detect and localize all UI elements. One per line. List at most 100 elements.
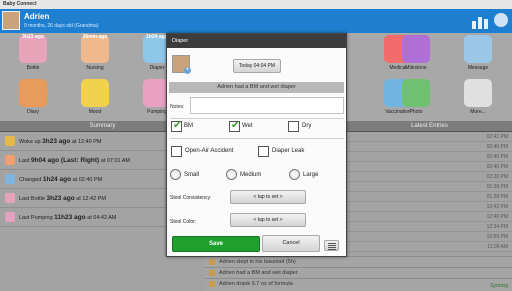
summary-icon <box>5 193 15 203</box>
size-small-radio[interactable] <box>170 169 181 180</box>
entry-time[interactable]: 01:28 PM <box>347 192 512 202</box>
entry-time[interactable]: 12:34 PM <box>347 222 512 232</box>
stool-color-label: Stool Color: <box>170 219 197 225</box>
notes-label: Notes: <box>170 104 185 110</box>
summary-time: at 12:40 PM <box>71 139 102 145</box>
entry-time[interactable]: 02:40 PM <box>347 162 512 172</box>
app-title-bar: Baby Connect <box>0 0 512 9</box>
size-large-radio[interactable] <box>289 169 300 180</box>
tile-last-time: 26min ago <box>82 34 108 40</box>
tile-message[interactable]: Message <box>458 35 498 71</box>
diaper-leak-checkbox[interactable] <box>258 146 269 157</box>
wet-label: Wet <box>242 123 253 129</box>
entry-time[interactable]: 02:40 PM <box>347 152 512 162</box>
diaper-dialog: Diaper + Today 04:04 PM Adrien had a BM … <box>166 33 347 257</box>
tile-photo[interactable]: Photo <box>396 79 436 115</box>
entry-time[interactable]: 02:20 PM <box>347 172 512 182</box>
summary-text: Changed 1h24 ago at 02:40 PM <box>19 176 102 183</box>
size-large-label: Large <box>303 172 319 178</box>
entry-text: Adrien had a BM and wet diaper <box>219 270 298 276</box>
entry-time[interactable]: 12:09 PM <box>347 232 512 242</box>
dialog-child-avatar[interactable]: + <box>172 55 191 74</box>
tile-nursing[interactable]: 26min ago Nursing <box>75 34 115 71</box>
summary-icon <box>5 212 15 222</box>
notes-input[interactable] <box>190 97 344 114</box>
add-icon: + <box>184 67 191 74</box>
entry-time[interactable]: 01:38 PM <box>347 182 512 192</box>
latest-entries-header: Latest Entries <box>347 121 512 132</box>
dry-label: Dry <box>302 123 312 129</box>
tile-label: Bottle <box>26 65 40 71</box>
entry-icon <box>209 270 215 276</box>
message-icon <box>464 35 492 63</box>
divider <box>170 138 344 139</box>
summary-elapsed: 11h23 ago <box>54 214 86 221</box>
syncing-status: Syncing <box>490 283 508 289</box>
entry-time[interactable]: 11:09 AM <box>347 242 512 252</box>
summary-lead: Changed <box>19 177 42 183</box>
size-medium-label: Medium <box>240 172 262 178</box>
tile-label: Milestone <box>405 65 427 71</box>
tile-label: Mood <box>88 109 102 115</box>
tile-label: Photo <box>409 109 423 115</box>
summary-lead: Last Pumping <box>19 215 53 221</box>
summary-text: Last Bottle 3h23 ago at 12:42 PM <box>19 195 106 202</box>
summary-text: Last Pumping 11h23 ago at 04:42 AM <box>19 214 117 221</box>
time-button[interactable]: Today 04:04 PM <box>233 59 281 73</box>
divider <box>170 118 344 119</box>
entry-time[interactable]: 02:40 PM <box>347 142 512 152</box>
child-name: Adrien <box>24 12 50 21</box>
diaper-leak-label: Diaper Leak <box>272 148 305 154</box>
entry-time[interactable]: 12:40 PM <box>347 212 512 222</box>
wet-checkbox[interactable] <box>229 120 240 132</box>
child-avatar[interactable] <box>2 11 20 30</box>
entry-time[interactable]: 02:41 PM <box>347 132 512 142</box>
child-header[interactable]: Adrien 9 months, 26 days old (Grandma) <box>0 9 512 33</box>
save-button[interactable]: Save <box>172 236 260 252</box>
entry-text: Adrien drank 9.7 oz of formula <box>219 281 293 287</box>
summary-icon <box>5 136 15 146</box>
summary-lead: Last Bottle <box>19 196 45 202</box>
open-air-accident-checkbox[interactable] <box>171 146 182 157</box>
summary-text: Last 9h04 ago (Last: Right) at 07:01 AM <box>19 157 130 164</box>
tile-bottle[interactable]: 3h23 ago Bottle <box>13 34 53 71</box>
tile-diary[interactable]: Diary <box>13 79 53 115</box>
entry-text: Adrien slept in his bassinet (5h) <box>219 259 296 265</box>
summary-elapsed: 3h23 ago <box>42 138 71 145</box>
summary-lead: Last <box>19 158 30 164</box>
chart-icon[interactable] <box>472 15 490 29</box>
entry-row[interactable]: Adrien drank 9.7 oz of formula <box>205 278 512 289</box>
gear-icon[interactable] <box>494 13 508 27</box>
bm-checkbox[interactable] <box>171 120 182 132</box>
summary-icon <box>5 174 15 184</box>
dialog-title: Diaper <box>167 34 346 48</box>
size-medium-radio[interactable] <box>226 169 237 180</box>
entry-time[interactable]: 12:42 PM <box>347 202 512 212</box>
size-small-label: Small <box>184 172 200 178</box>
summary-text: Woke up 3h23 ago at 12:40 PM <box>19 138 102 145</box>
summary-time: at 02:40 PM <box>72 177 103 183</box>
summary-elapsed: 9h04 ago (Last: Right) <box>30 157 100 164</box>
summary-time: at 04:42 AM <box>87 215 117 221</box>
tile-milestone[interactable]: Milestone <box>396 35 436 71</box>
child-age: 9 months, 26 days old (Grandma) <box>24 23 99 29</box>
mood-icon <box>81 79 109 107</box>
tile-last-time: 3h23 ago <box>22 34 44 40</box>
stool-consistency-button[interactable]: < tap to set > <box>230 190 306 204</box>
summary-lead: Woke up <box>19 139 41 145</box>
entry-row[interactable]: Adrien slept in his bassinet (5h) <box>205 256 512 267</box>
open-air-accident-label: Open-Air Accident <box>185 148 234 154</box>
tile-mood[interactable]: Mood <box>75 79 115 115</box>
dry-checkbox[interactable] <box>288 121 299 132</box>
list-icon[interactable] <box>324 240 339 251</box>
summary-elapsed: 1h24 ago <box>42 176 72 183</box>
milestone-icon <box>402 35 430 63</box>
summary-time: at 12:42 PM <box>76 196 106 202</box>
diary-icon <box>19 79 47 107</box>
more-icon <box>464 79 492 107</box>
entry-summary: Adrien had a BM and wet diaper <box>169 82 344 93</box>
entry-row[interactable]: Adrien had a BM and wet diaper <box>205 267 512 278</box>
cancel-button[interactable]: Cancel <box>262 235 320 252</box>
tile-more[interactable]: More... <box>458 79 498 115</box>
stool-color-button[interactable]: < tap to set > <box>230 213 306 227</box>
